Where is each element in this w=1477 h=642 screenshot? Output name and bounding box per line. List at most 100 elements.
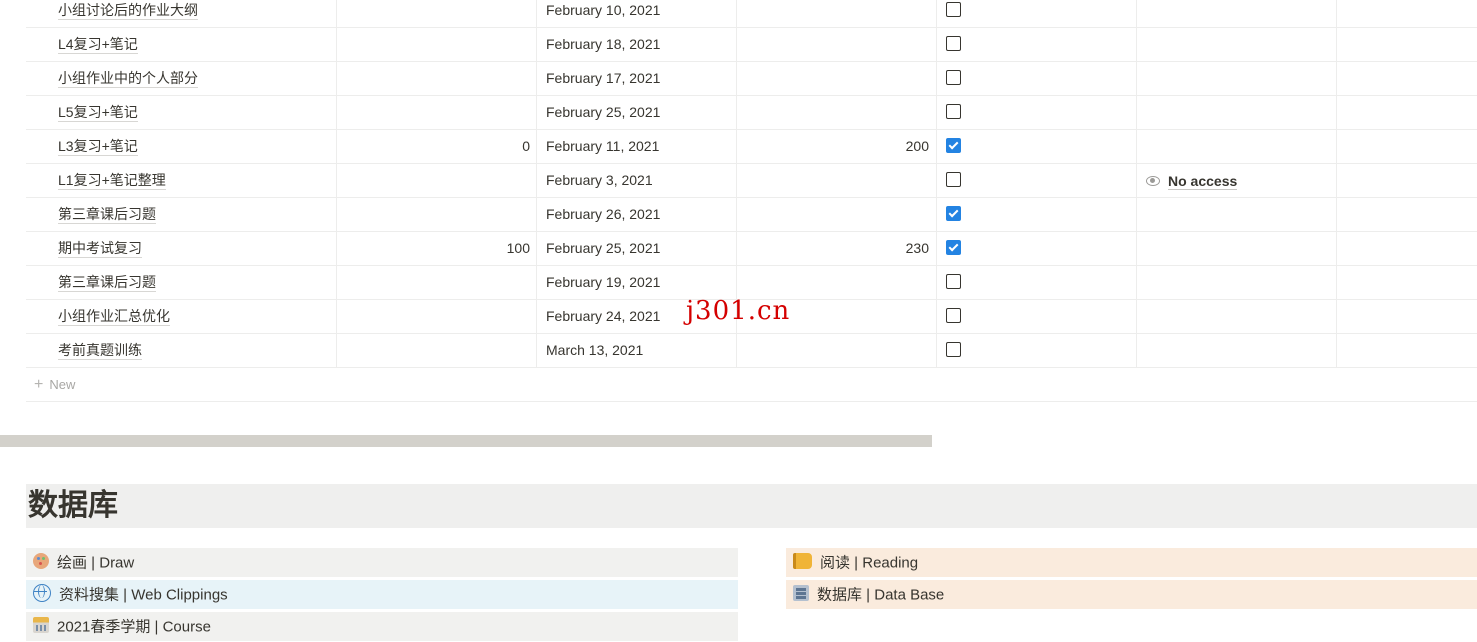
table-row[interactable]: 小组作业中的个人部分 February 17, 2021 — [26, 62, 1477, 96]
row-number-2[interactable] — [741, 28, 929, 61]
row-number-2[interactable]: 200 — [741, 130, 929, 163]
row-title-text[interactable]: 第三章课后习题 — [58, 274, 156, 293]
column-divider — [1336, 28, 1337, 61]
column-divider — [536, 198, 537, 231]
row-checkbox[interactable] — [946, 274, 961, 289]
row-number-2[interactable] — [741, 62, 929, 95]
row-title[interactable]: 小组作业汇总优化 — [58, 300, 328, 333]
row-title-text[interactable]: 第三章课后习题 — [58, 206, 156, 225]
row-number-2[interactable] — [741, 0, 929, 27]
table-row[interactable]: 第三章课后习题 February 26, 2021 — [26, 198, 1477, 232]
row-date[interactable]: February 25, 2021 — [546, 232, 736, 265]
row-number-1[interactable] — [336, 198, 530, 231]
card-draw[interactable]: 绘画 | Draw — [26, 548, 738, 577]
column-divider — [536, 334, 537, 367]
card-data-base[interactable]: 数据库 | Data Base — [786, 580, 1477, 609]
row-checkbox-cell — [946, 266, 962, 299]
row-date[interactable]: March 13, 2021 — [546, 334, 736, 367]
row-number-2[interactable] — [741, 334, 929, 367]
row-number-1[interactable] — [336, 266, 530, 299]
row-title-text[interactable]: L4复习+笔记 — [58, 36, 138, 55]
card-course[interactable]: 2021春季学期 | Course — [26, 612, 738, 641]
row-checkbox[interactable] — [946, 342, 961, 357]
column-divider — [1136, 198, 1137, 231]
column-divider — [736, 28, 737, 61]
column-divider — [936, 300, 937, 333]
row-date[interactable]: February 11, 2021 — [546, 130, 736, 163]
card-course-label: 2021春季学期 | Course — [57, 618, 211, 636]
column-divider — [936, 0, 937, 27]
row-number-1[interactable]: 100 — [336, 232, 530, 265]
row-title[interactable]: 考前真题训练 — [58, 334, 328, 367]
school-icon — [33, 617, 49, 634]
table-row[interactable]: 小组讨论后的作业大纲 February 10, 2021 — [26, 0, 1477, 28]
row-checkbox[interactable] — [946, 36, 961, 51]
row-title-text[interactable]: 小组作业汇总优化 — [58, 308, 170, 327]
row-checkbox[interactable] — [946, 206, 961, 221]
row-date[interactable]: February 10, 2021 — [546, 0, 736, 27]
row-number-1[interactable] — [336, 62, 530, 95]
row-title[interactable]: L1复习+笔记整理 — [58, 164, 328, 197]
row-checkbox[interactable] — [946, 2, 961, 17]
row-number-1[interactable] — [336, 28, 530, 61]
row-access[interactable]: No access — [1146, 164, 1346, 197]
row-date[interactable]: February 18, 2021 — [546, 28, 736, 61]
row-number-1[interactable] — [336, 0, 530, 27]
row-checkbox[interactable] — [946, 138, 961, 153]
row-title[interactable]: 第三章课后习题 — [58, 198, 328, 231]
new-row-button[interactable]: + New — [34, 368, 75, 401]
row-number-1[interactable] — [336, 300, 530, 333]
horizontal-scrollbar[interactable] — [0, 435, 932, 447]
row-title[interactable]: 期中考试复习 — [58, 232, 328, 265]
column-divider — [536, 130, 537, 163]
row-checkbox-cell — [946, 232, 962, 265]
row-checkbox[interactable] — [946, 104, 961, 119]
column-divider — [936, 62, 937, 95]
row-number-1[interactable] — [336, 164, 530, 197]
table-row[interactable]: 考前真题训练 March 13, 2021 — [26, 334, 1477, 368]
column-divider — [936, 198, 937, 231]
row-checkbox[interactable] — [946, 240, 961, 255]
row-date[interactable]: February 3, 2021 — [546, 164, 736, 197]
row-number-1[interactable] — [336, 334, 530, 367]
row-number-2[interactable]: 230 — [741, 232, 929, 265]
row-checkbox[interactable] — [946, 70, 961, 85]
row-checkbox[interactable] — [946, 172, 961, 187]
row-number-2[interactable] — [741, 96, 929, 129]
row-title-text[interactable]: 考前真题训练 — [58, 342, 142, 361]
table-row[interactable]: L1复习+笔记整理 February 3, 2021 No access — [26, 164, 1477, 198]
card-reading[interactable]: 阅读 | Reading — [786, 548, 1477, 577]
row-title-text[interactable]: 小组讨论后的作业大纲 — [58, 2, 198, 21]
row-date[interactable]: February 19, 2021 — [546, 266, 736, 299]
row-checkbox[interactable] — [946, 308, 961, 323]
row-title-text[interactable]: L3复习+笔记 — [58, 138, 138, 157]
row-date[interactable]: February 26, 2021 — [546, 198, 736, 231]
row-number-2[interactable] — [741, 198, 929, 231]
row-title-text[interactable]: L5复习+笔记 — [58, 104, 138, 123]
row-date[interactable]: February 25, 2021 — [546, 96, 736, 129]
row-title[interactable]: 小组作业中的个人部分 — [58, 62, 328, 95]
row-title[interactable]: 小组讨论后的作业大纲 — [58, 0, 328, 27]
table-row[interactable]: 期中考试复习 100 February 25, 2021 230 — [26, 232, 1477, 266]
table-row[interactable]: 第三章课后习题 February 19, 2021 — [26, 266, 1477, 300]
column-divider — [736, 334, 737, 367]
row-number-1[interactable]: 0 — [336, 130, 530, 163]
row-title-text[interactable]: 期中考试复习 — [58, 240, 142, 259]
row-date[interactable]: February 17, 2021 — [546, 62, 736, 95]
row-number-2[interactable] — [741, 164, 929, 197]
row-title-text[interactable]: 小组作业中的个人部分 — [58, 70, 198, 89]
table-row[interactable]: L3复习+笔记 0 February 11, 2021 200 — [26, 130, 1477, 164]
row-title-text[interactable]: L1复习+笔记整理 — [58, 172, 166, 191]
access-label: No access — [1168, 172, 1238, 190]
row-title[interactable]: L4复习+笔记 — [58, 28, 328, 61]
row-number-1[interactable] — [336, 96, 530, 129]
table-row[interactable]: L5复习+笔记 February 25, 2021 — [26, 96, 1477, 130]
column-divider — [536, 0, 537, 27]
row-title[interactable]: L5复习+笔记 — [58, 96, 328, 129]
card-web-clippings[interactable]: 资料搜集 | Web Clippings — [26, 580, 738, 609]
row-number-2[interactable] — [741, 266, 929, 299]
table-row[interactable]: L4复习+笔记 February 18, 2021 — [26, 28, 1477, 62]
row-title[interactable]: L3复习+笔记 — [58, 130, 328, 163]
row-title[interactable]: 第三章课后习题 — [58, 266, 328, 299]
column-divider — [936, 96, 937, 129]
